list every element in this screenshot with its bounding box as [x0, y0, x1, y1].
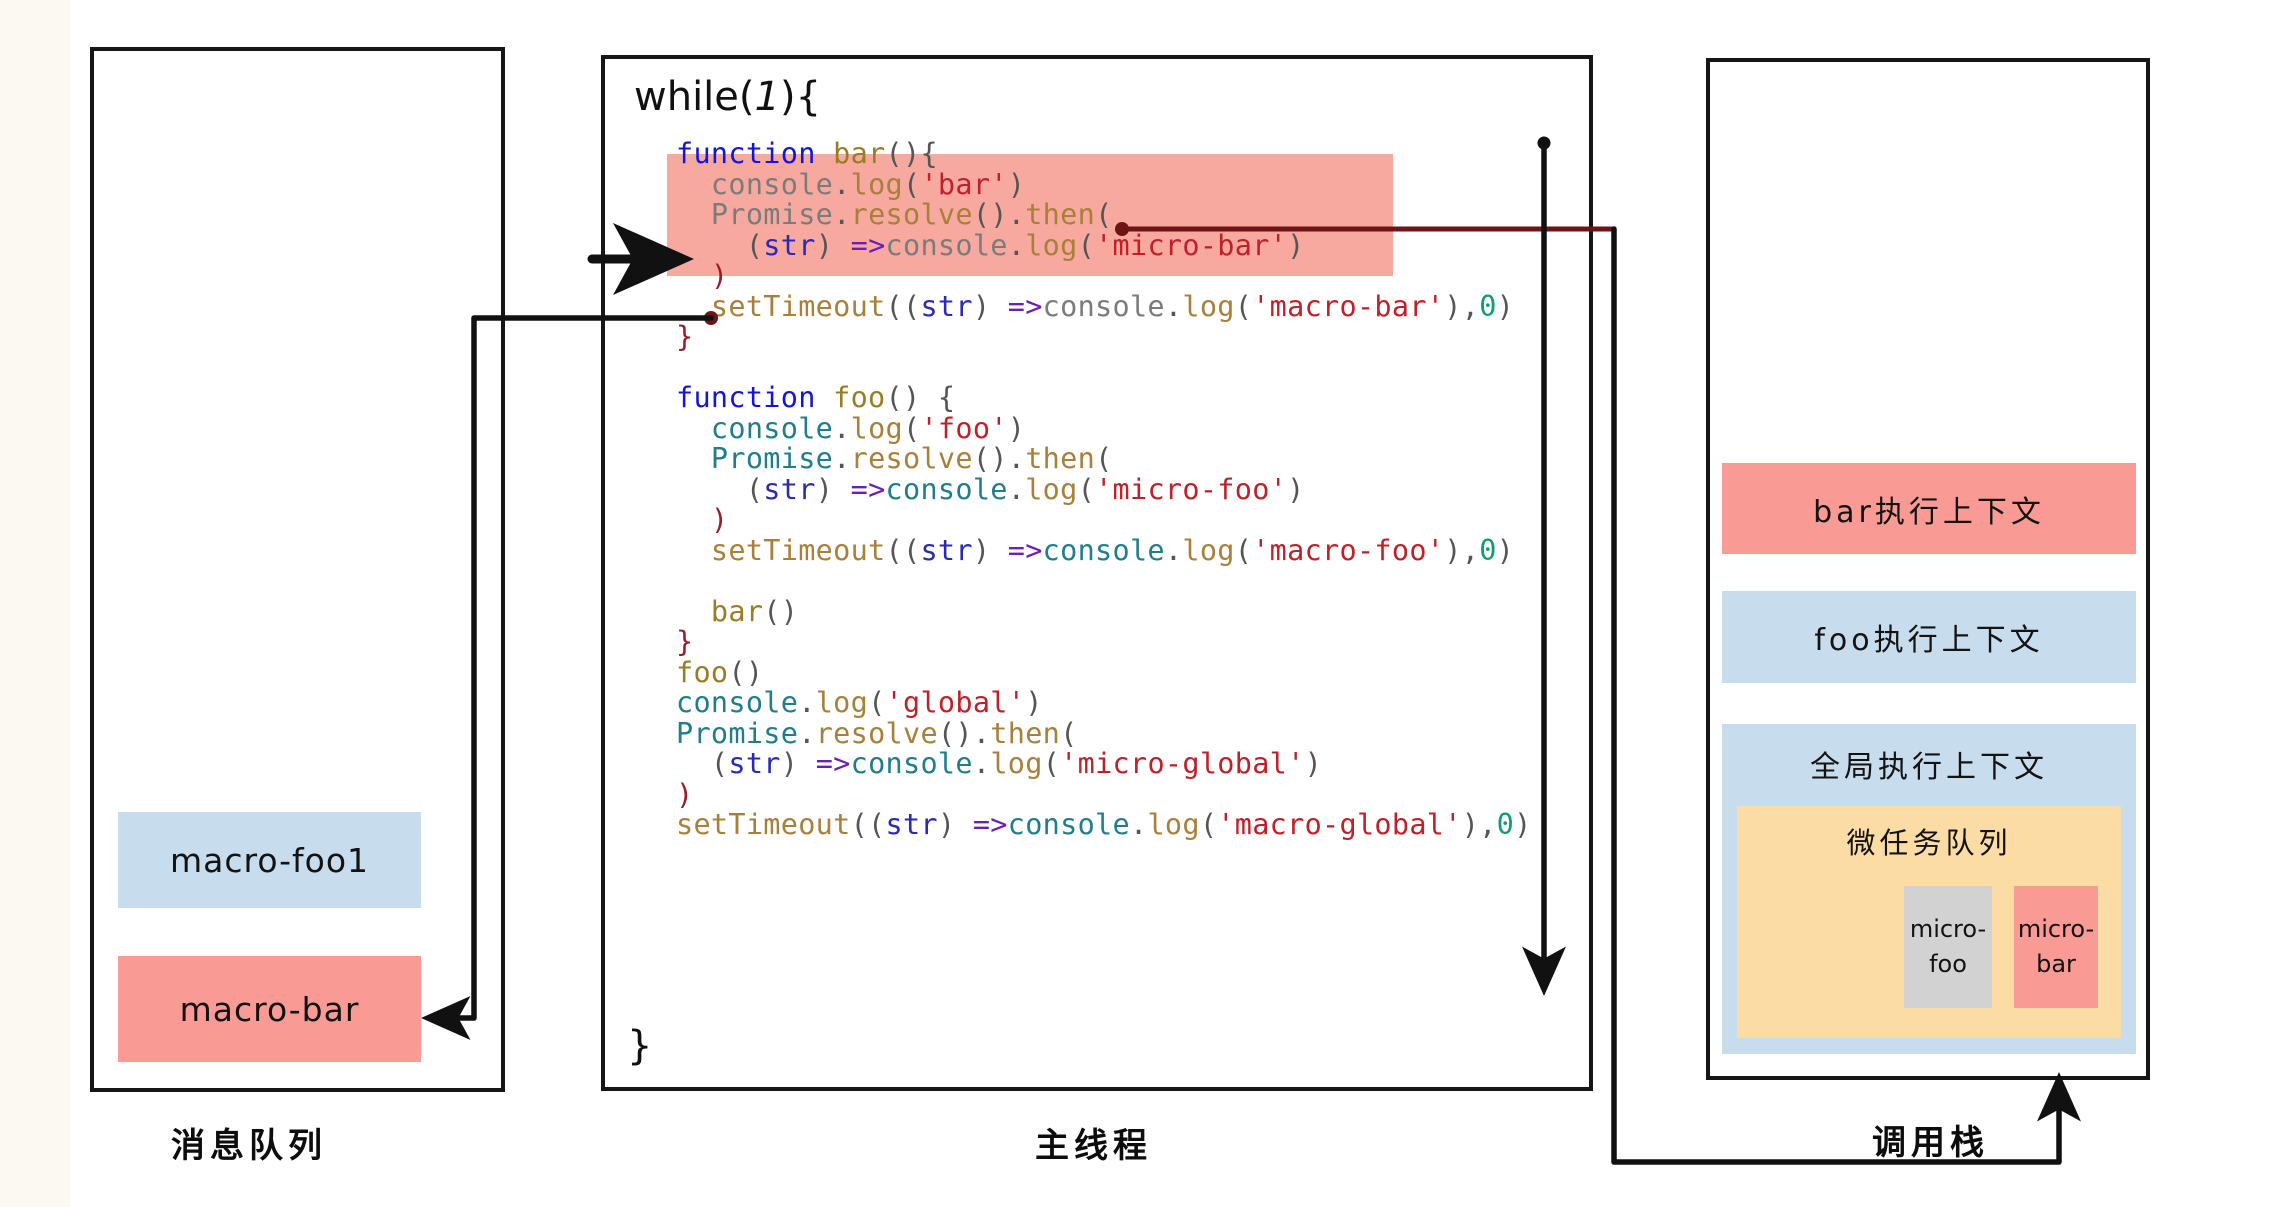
microtask-queue: 微任务队列 micro- foo micro- bar — [1737, 806, 2121, 1038]
microtask-item-label-line2: bar — [2036, 950, 2076, 978]
while-loop-header: while(1){ — [634, 74, 822, 120]
call-stack-frame-label: bar执行上下文 — [1813, 494, 2045, 530]
page-left-margin — [0, 0, 70, 1207]
message-queue-item-macro-foo1[interactable]: macro-foo1 — [118, 812, 421, 908]
call-stack-frame-bar[interactable]: bar执行上下文 — [1722, 463, 2136, 554]
main-thread-caption: 主线程 — [1035, 1126, 1152, 1166]
call-stack-caption: 调用栈 — [1872, 1123, 1989, 1163]
call-stack-frame-label: 全局执行上下文 — [1810, 750, 2048, 785]
microtask-queue-title: 微任务队列 — [1846, 826, 2012, 860]
source-code: function bar(){ console.log('bar') Promi… — [676, 137, 1532, 841]
call-stack-frame-label: foo执行上下文 — [1814, 623, 2044, 658]
message-queue-item-label: macro-bar — [179, 989, 360, 1029]
message-queue-caption: 消息队列 — [171, 1126, 327, 1166]
call-stack-frame-global[interactable]: 全局执行上下文 微任务队列 micro- foo micro- bar — [1722, 724, 2136, 1054]
microtask-item-label-line1: micro- — [2017, 915, 2095, 944]
microtask-item-label-line2: foo — [1929, 950, 1967, 978]
diagram-canvas: macro-foo1 macro-bar 消息队列 while(1){ func… — [0, 0, 2284, 1207]
microtask-item-micro-bar[interactable]: micro- bar — [2014, 886, 2098, 1008]
message-queue-item-label: macro-foo1 — [169, 840, 370, 880]
microtask-item-label-line1: micro- — [1909, 915, 1987, 944]
message-queue-panel — [90, 47, 505, 1092]
code-block: while(1){ function bar(){ console.log('b… — [619, 46, 1549, 1096]
call-stack-frame-foo[interactable]: foo执行上下文 — [1722, 591, 2136, 683]
microtask-item-micro-foo[interactable]: micro- foo — [1904, 886, 1992, 1008]
message-queue-item-macro-bar[interactable]: macro-bar — [118, 956, 421, 1062]
while-loop-argument: 1 — [754, 74, 780, 120]
while-loop-closing-brace: } — [627, 1023, 653, 1069]
